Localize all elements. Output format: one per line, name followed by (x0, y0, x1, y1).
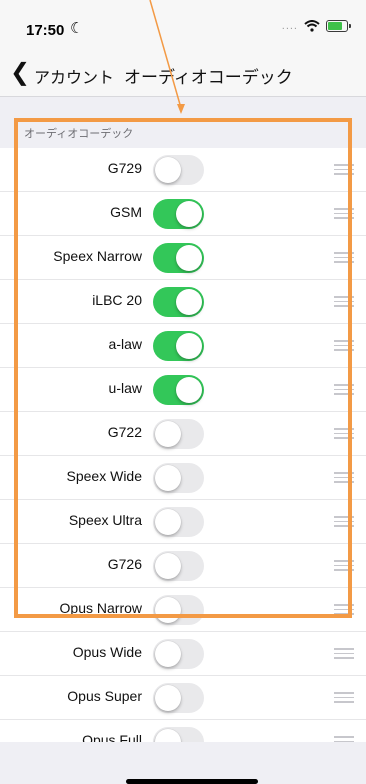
wifi-icon (304, 20, 320, 32)
battery-icon (326, 20, 351, 32)
codec-row: Opus Super (0, 676, 366, 720)
home-indicator[interactable] (126, 779, 258, 784)
codec-label: Opus Wide (72, 644, 142, 660)
chevron-left-icon[interactable]: ❮ (10, 59, 30, 87)
codec-label: Opus Super (67, 688, 142, 704)
toggle-knob (155, 685, 181, 711)
status-time: 17:50 (26, 22, 65, 39)
codec-row: Opus Wide (0, 632, 366, 676)
reorder-handle-icon[interactable] (334, 692, 354, 706)
status-bar: 17:50 ☾ .... (0, 0, 366, 52)
toggle-knob (155, 641, 181, 667)
bottom-area (0, 742, 366, 784)
highlight-box (14, 118, 352, 618)
back-button[interactable]: アカウント (34, 64, 114, 88)
page-title: オーディオコーデック (124, 68, 293, 87)
status-indicators: .... (281, 20, 351, 32)
navigation-bar: ❮ アカウント オーディオコーデック (0, 52, 366, 97)
codec-toggle[interactable] (153, 639, 204, 669)
moon-icon: ☾ (70, 20, 84, 37)
codec-toggle[interactable] (153, 683, 204, 713)
signal-dots: .... (281, 20, 298, 32)
reorder-handle-icon[interactable] (334, 648, 354, 662)
